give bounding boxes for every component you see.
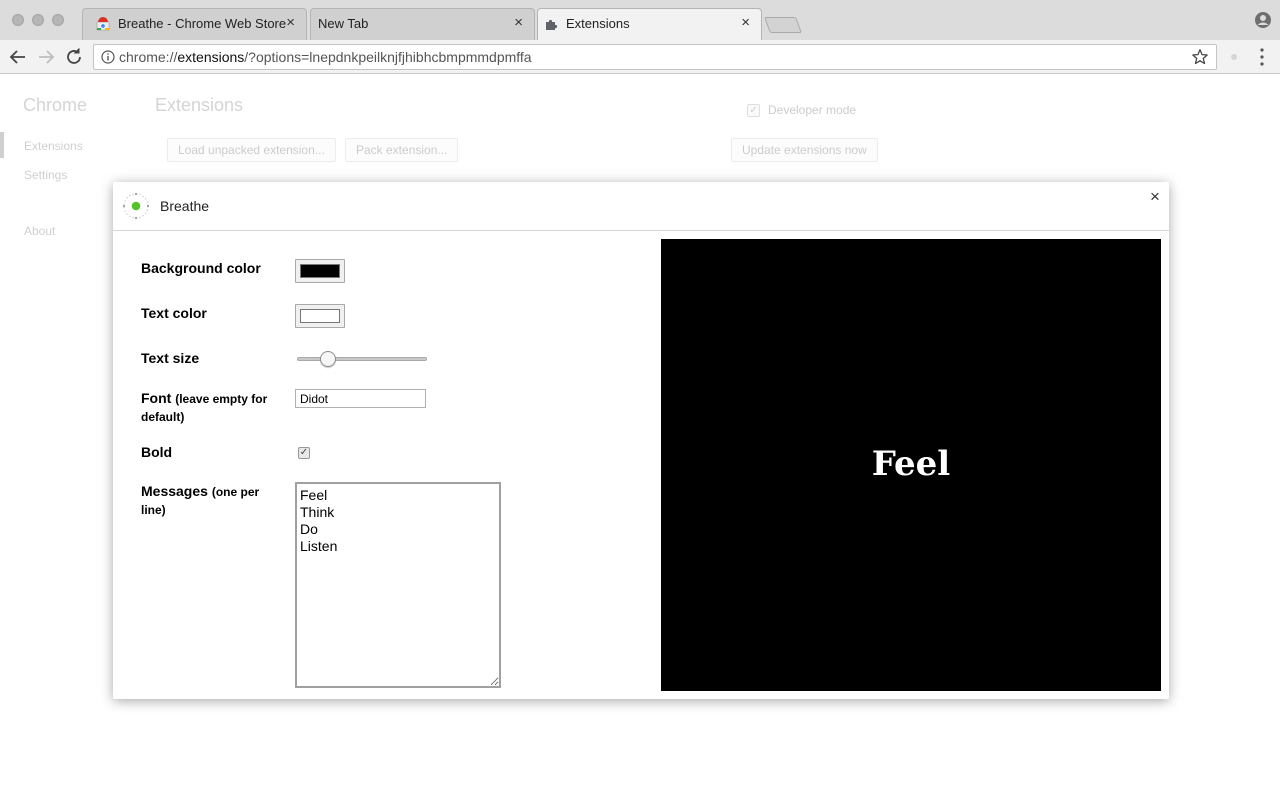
info-icon[interactable]: [101, 50, 115, 64]
developer-mode-label: Developer mode: [768, 103, 857, 117]
text-color-picker[interactable]: [295, 304, 345, 328]
tab-extensions[interactable]: Extensions ×: [537, 8, 762, 40]
slider-thumb[interactable]: [319, 351, 336, 367]
page-title: Extensions: [155, 95, 244, 115]
font-label: Font (leave empty for default): [141, 390, 268, 424]
menu-dots-icon[interactable]: [1258, 47, 1266, 67]
window-zoom-button[interactable]: [52, 14, 64, 26]
tab-title: Extensions: [566, 16, 630, 31]
messages-label: Messages (one per line): [141, 483, 260, 517]
text-color-swatch: [300, 309, 340, 323]
tab-title: New Tab: [318, 16, 369, 31]
bookmark-star-icon[interactable]: [1191, 48, 1209, 66]
new-tab-button[interactable]: [764, 17, 802, 33]
text-color-label: Text color: [141, 305, 207, 321]
window-close-button[interactable]: [12, 14, 24, 26]
dialog-title: Breathe: [160, 198, 210, 214]
pack-extension-button[interactable]: Pack extension...: [345, 138, 459, 162]
text-size-label: Text size: [141, 350, 200, 366]
forward-arrow-icon[interactable]: [35, 46, 57, 68]
address-bar[interactable]: chrome://extensions/?options=lnepdnkpeil…: [93, 44, 1217, 70]
sidebar-item-settings[interactable]: Settings: [24, 168, 67, 182]
tab-close-button[interactable]: ×: [741, 14, 750, 32]
url-text: chrome://extensions/?options=lnepdnkpeil…: [119, 49, 532, 65]
puzzle-piece-icon: [546, 19, 558, 30]
text-size-slider[interactable]: [297, 350, 427, 368]
tab-strip: Breathe - Chrome Web Store × New Tab × E…: [0, 0, 1280, 40]
dialog-close-button[interactable]: ×: [1147, 187, 1163, 207]
chrome-web-store-icon: [96, 17, 110, 31]
sidebar-selected-indicator: [0, 132, 4, 158]
tab-close-button[interactable]: ×: [514, 14, 523, 32]
update-extensions-button[interactable]: Update extensions now: [731, 138, 878, 162]
tab-chrome-web-store[interactable]: Breathe - Chrome Web Store ×: [82, 8, 307, 40]
preview-word: Feel: [871, 444, 951, 484]
browser-toolbar: chrome://extensions/?options=lnepdnkpeil…: [0, 40, 1280, 74]
preview-panel: Feel: [661, 239, 1161, 691]
font-input[interactable]: [295, 389, 426, 408]
background-color-label: Background color: [141, 260, 261, 276]
extension-action-icon[interactable]: [1231, 54, 1237, 60]
sidebar-item-about[interactable]: About: [24, 224, 55, 238]
breathe-logo-icon: [123, 193, 149, 219]
profile-icon[interactable]: [1254, 11, 1272, 29]
sidebar-item-extensions[interactable]: Extensions: [24, 139, 83, 153]
sidebar-brand: Chrome: [23, 95, 88, 115]
back-arrow-icon[interactable]: [7, 46, 29, 68]
bold-checkbox[interactable]: ✓: [298, 447, 310, 459]
bold-label: Bold: [141, 444, 173, 460]
reload-icon[interactable]: [63, 46, 85, 68]
dialog-header: Breathe ×: [113, 182, 1169, 231]
tab-title: Breathe - Chrome Web Store: [118, 16, 287, 31]
slider-track: [297, 357, 427, 361]
extension-options-dialog: Breathe × Background color Text color Te…: [113, 182, 1169, 699]
background-color-swatch: [300, 264, 340, 278]
developer-mode-checkbox[interactable]: ✓: [747, 104, 760, 117]
window-minimize-button[interactable]: [32, 14, 44, 26]
tab-close-button[interactable]: ×: [286, 14, 295, 32]
load-unpacked-button[interactable]: Load unpacked extension...: [167, 138, 336, 162]
messages-textarea[interactable]: Feel Think Do Listen: [295, 482, 501, 688]
tab-new-tab[interactable]: New Tab ×: [310, 8, 535, 40]
background-color-picker[interactable]: [295, 259, 345, 283]
